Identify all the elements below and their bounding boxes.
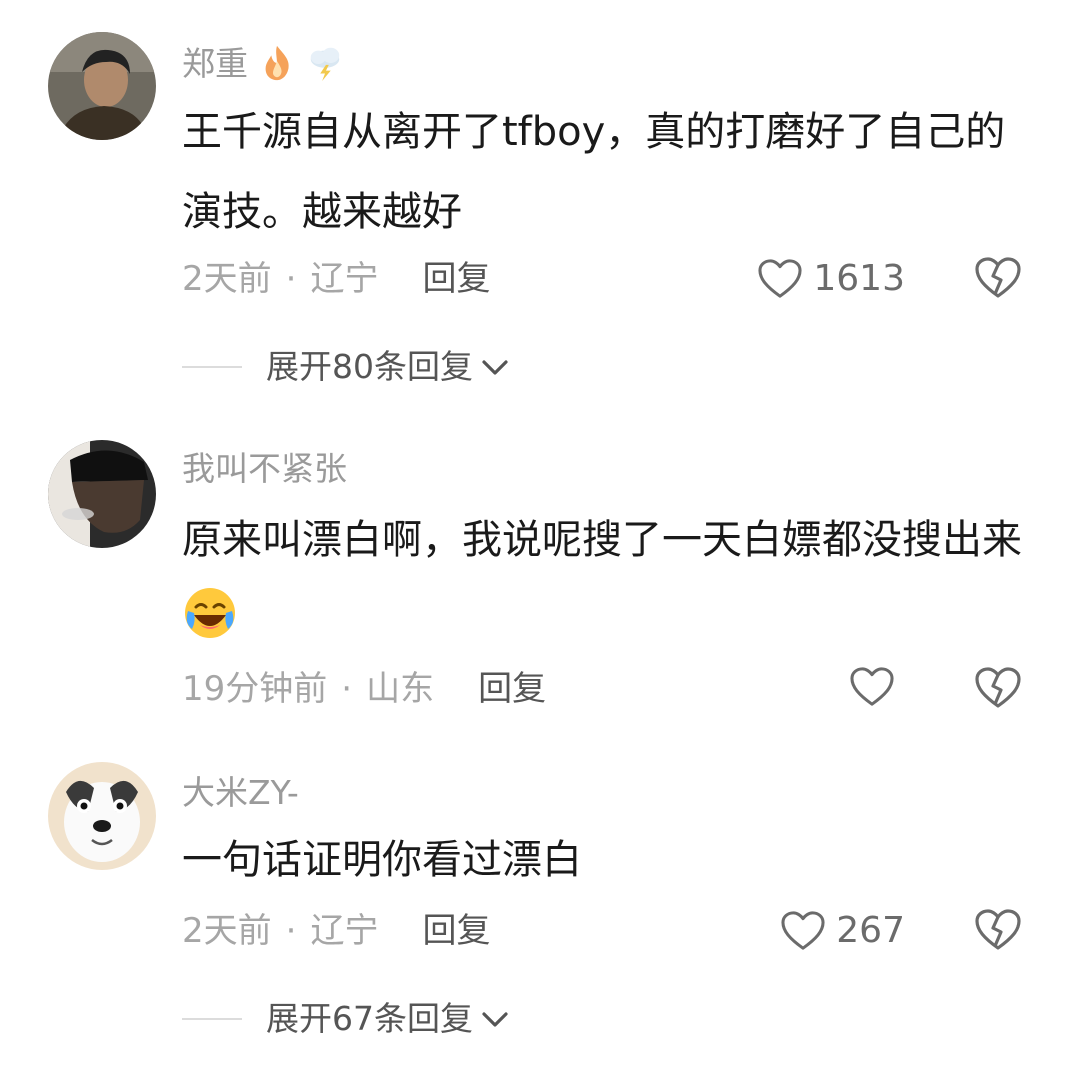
like-button[interactable] — [849, 666, 905, 708]
expand-replies-label: 展开80条回复 — [266, 347, 473, 386]
like-count: 1613 — [813, 258, 905, 299]
dislike-button[interactable] — [974, 256, 1022, 300]
avatar[interactable] — [48, 32, 156, 140]
dislike-button[interactable] — [974, 666, 1022, 710]
meta-separator: · — [285, 259, 297, 299]
like-count: 267 — [836, 910, 905, 951]
comment-location: 辽宁 — [310, 911, 379, 951]
avatar[interactable] — [48, 440, 156, 548]
meta-separator: · — [285, 911, 297, 951]
chevron-down-icon — [482, 1011, 508, 1027]
broken-heart-icon — [975, 257, 1021, 298]
comment-time: 2天前 — [182, 911, 272, 951]
comment-time: 2天前 — [182, 259, 272, 299]
like-button[interactable]: 1613 — [757, 258, 905, 300]
fire-icon — [258, 44, 296, 82]
heart-outline-icon — [758, 259, 802, 298]
divider — [182, 1017, 242, 1020]
comment-text: 一句话证明你看过漂白 — [182, 837, 582, 883]
heart-outline-icon — [850, 667, 894, 706]
storm-cloud-icon — [306, 44, 344, 82]
avatar[interactable] — [48, 762, 156, 870]
chevron-down-icon — [482, 359, 508, 375]
reply-button[interactable]: 回复 — [422, 259, 490, 299]
comment-location: 辽宁 — [310, 259, 379, 299]
username[interactable]: 大米ZY- — [182, 776, 299, 809]
comment-location: 山东 — [366, 669, 435, 709]
heart-outline-icon — [781, 911, 825, 950]
comment-meta: 2天前 · 辽宁 回复 — [182, 262, 490, 296]
reply-button[interactable]: 回复 — [478, 669, 546, 709]
username[interactable]: 我叫不紧张 — [182, 452, 347, 485]
comment-meta: 2天前 · 辽宁 回复 — [182, 914, 490, 948]
divider — [182, 365, 242, 368]
username[interactable]: 郑重 — [182, 44, 344, 82]
dislike-button[interactable] — [974, 908, 1022, 952]
meta-separator: · — [341, 669, 353, 709]
broken-heart-icon — [975, 667, 1021, 708]
comment-time: 19分钟前 — [182, 669, 328, 709]
comment-text: 原来叫漂白啊，我说呢搜了一天白嫖都没搜出来 — [182, 500, 1022, 660]
laughing-crying-emoji — [182, 585, 238, 641]
comment-text: 王千源自从离开了tfboy，真的打磨好了自己的演技。越来越好 — [182, 109, 1006, 235]
expand-replies-button[interactable]: 展开67条回复 — [182, 1002, 511, 1035]
like-button[interactable]: 267 — [780, 910, 905, 952]
reply-button[interactable]: 回复 — [422, 911, 490, 951]
expand-replies-label: 展开67条回复 — [266, 999, 473, 1038]
expand-replies-button[interactable]: 展开80条回复 — [182, 350, 511, 383]
comment-meta: 19分钟前 · 山东 回复 — [182, 672, 546, 706]
broken-heart-icon — [975, 909, 1021, 950]
